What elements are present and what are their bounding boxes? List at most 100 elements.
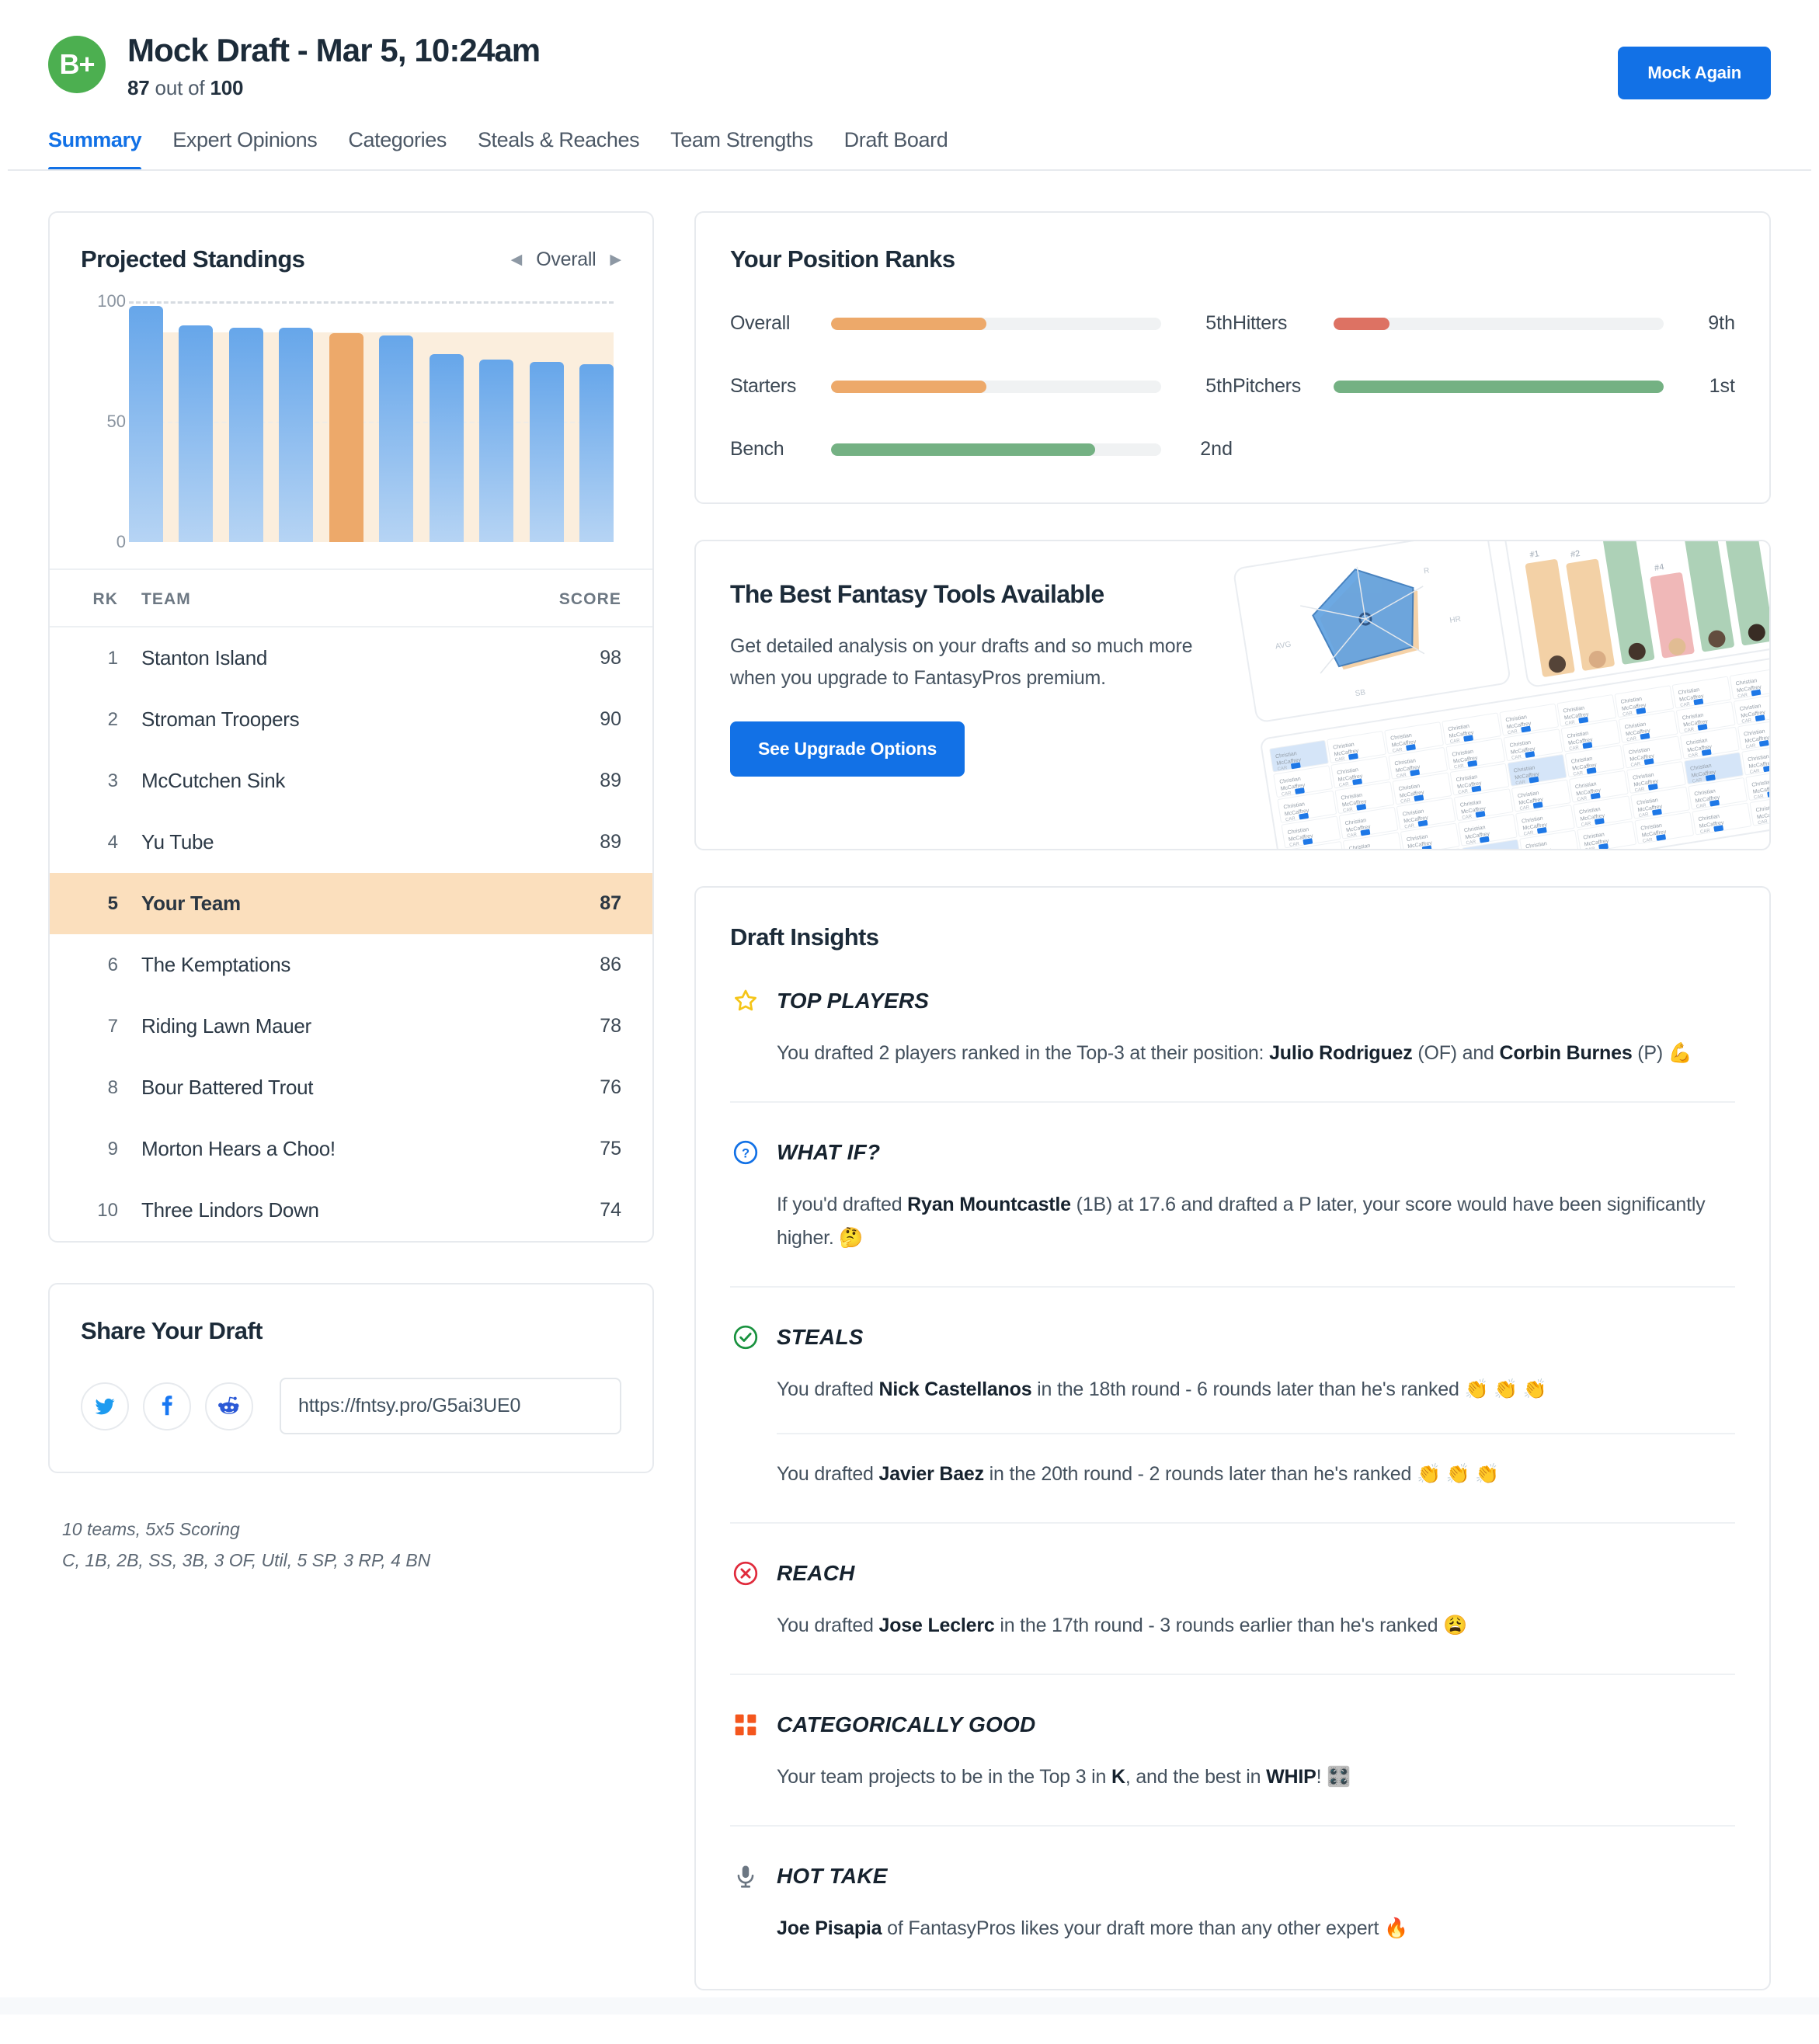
insight-header: ? WHAT IF? bbox=[730, 1137, 1735, 1168]
cell-team: Three Lindors Down bbox=[141, 1198, 319, 1222]
page-bottom-band bbox=[0, 1997, 1819, 2014]
insight-header: HOT TAKE bbox=[730, 1861, 1735, 1892]
tab-draft-board[interactable]: Draft Board bbox=[844, 128, 948, 171]
svg-text:#1: #1 bbox=[1529, 549, 1540, 560]
promo-text: The Best Fantasy Tools Available Get det… bbox=[696, 541, 1193, 777]
position-ranks-right-column: Hitters 9th Pitchers 1st bbox=[1233, 312, 1735, 461]
cell-rank: 3 bbox=[107, 770, 118, 791]
position-rank-fill bbox=[831, 380, 986, 393]
share-url-input[interactable] bbox=[280, 1378, 621, 1435]
standings-bar bbox=[529, 361, 564, 543]
league-settings-line-2: C, 1B, 2B, SS, 3B, 3 OF, Util, 5 SP, 3 R… bbox=[62, 1550, 431, 1571]
column-header-rank: RK bbox=[92, 590, 118, 609]
standings-table: RK TEAM SCORE 1 Stanton Island 98 2 Stroman … bbox=[50, 568, 652, 1241]
grid-squares-icon bbox=[730, 1709, 761, 1740]
chart-plot-area bbox=[129, 301, 614, 543]
page-header: B+ Mock Draft - Mar 5, 10:24am 87 out of… bbox=[8, 6, 1811, 100]
fantasy-tools-preview-image: RHRSBAVG #1#2#3 bbox=[1216, 541, 1769, 850]
tab-categories[interactable]: Categories bbox=[348, 128, 447, 171]
table-row[interactable]: 4 Yu Tube 89 bbox=[50, 812, 652, 873]
insight-block: STEALS You drafted Nick Castellanos in th… bbox=[730, 1286, 1735, 1491]
cell-team: McCutchen Sink bbox=[141, 769, 286, 793]
promo-body: Get detailed analysis on your drafts and… bbox=[730, 635, 1193, 689]
standings-bar bbox=[329, 332, 363, 543]
draft-score-summary: 87 out of 100 bbox=[127, 76, 540, 100]
cell-score: 74 bbox=[600, 1199, 621, 1222]
cell-score: 98 bbox=[600, 647, 621, 669]
table-row[interactable]: 1 Stanton Island 98 bbox=[50, 627, 652, 689]
table-row[interactable]: 9 Morton Hears a Choo! 75 bbox=[50, 1118, 652, 1180]
standings-bar bbox=[129, 306, 163, 543]
insight-header: REACH bbox=[730, 1558, 1735, 1589]
insight-text: You drafted Javier Baez in the 20th roun… bbox=[777, 1463, 1500, 1486]
insight-text: Your team projects to be in the Top 3 in… bbox=[777, 1766, 1351, 1788]
share-controls bbox=[81, 1378, 621, 1435]
insight-line-divider bbox=[777, 1433, 1735, 1435]
position-ranks-left-column: Overall 5th Starters 5th Bench 2nd bbox=[730, 312, 1233, 461]
standings-bar bbox=[279, 328, 314, 543]
cell-rank: 8 bbox=[107, 1076, 118, 1098]
svg-text:#4: #4 bbox=[1654, 562, 1664, 573]
position-rank-fill bbox=[1334, 317, 1390, 330]
tab-steals-reaches[interactable]: Steals & Reaches bbox=[478, 128, 640, 171]
position-rank-row: Pitchers 1st bbox=[1233, 375, 1735, 398]
page-title: Mock Draft - Mar 5, 10:24am bbox=[127, 32, 541, 68]
mock-again-button[interactable]: Mock Again bbox=[1618, 47, 1771, 99]
insight-block: REACH You drafted Jose Leclerc in the 17t… bbox=[730, 1522, 1735, 1642]
tab-summary[interactable]: Summary bbox=[48, 128, 142, 172]
table-row[interactable]: 2 Stroman Troopers 90 bbox=[50, 689, 652, 750]
tab-team-strengths[interactable]: Team Strengths bbox=[670, 128, 813, 171]
cell-team: The Kemptations bbox=[141, 953, 291, 977]
position-rank-track bbox=[1334, 317, 1664, 330]
standings-bar bbox=[429, 354, 464, 543]
insight-block: TOP PLAYERS You drafted 2 players ranked … bbox=[730, 951, 1735, 1070]
position-rank-track bbox=[831, 443, 1161, 456]
table-row[interactable]: 5 Your Team 87 bbox=[50, 873, 652, 935]
page-surface: B+ Mock Draft - Mar 5, 10:24am 87 out of… bbox=[8, 6, 1811, 1997]
draft-insights-card: Draft Insights TOP PLAYERS You drafted 2 … bbox=[694, 886, 1771, 1991]
column-header-score: SCORE bbox=[558, 590, 621, 609]
cell-team: Yu Tube bbox=[141, 830, 214, 854]
insight-name: STEALS bbox=[777, 1325, 864, 1350]
position-rank-row: Starters 5th bbox=[730, 375, 1233, 398]
chevron-right-icon[interactable]: ▶ bbox=[610, 252, 621, 267]
position-rank-value: 5th bbox=[1205, 312, 1233, 335]
facebook-icon[interactable] bbox=[143, 1382, 191, 1430]
chart-y-axis: 0 50 100 bbox=[81, 291, 126, 551]
table-row[interactable]: 3 McCutchen Sink 89 bbox=[50, 750, 652, 812]
premium-promo-card[interactable]: RHRSBAVG #1#2#3 bbox=[694, 540, 1771, 851]
reddit-icon[interactable] bbox=[205, 1382, 253, 1430]
cell-rank: 10 bbox=[97, 1199, 118, 1221]
chart-bars bbox=[129, 301, 614, 543]
y-tick-100: 100 bbox=[97, 291, 126, 311]
projected-standings-card: Projected Standings ◀ Overall ▶ 0 50 100 bbox=[48, 211, 654, 1243]
question-circle-icon: ? bbox=[730, 1137, 761, 1168]
table-row[interactable]: 7 Riding Lawn Mauer 78 bbox=[50, 996, 652, 1057]
column-header-team: TEAM bbox=[141, 590, 191, 609]
tab-expert-opinions[interactable]: Expert Opinions bbox=[172, 128, 318, 171]
cell-team: Morton Hears a Choo! bbox=[141, 1137, 336, 1161]
table-row[interactable]: 6 The Kemptations 86 bbox=[50, 934, 652, 996]
position-rank-value: 5th bbox=[1205, 375, 1233, 398]
table-row[interactable]: 10 Three Lindors Down 74 bbox=[50, 1180, 652, 1241]
position-ranks-title: Your Position Ranks bbox=[730, 245, 955, 273]
position-rank-fill bbox=[831, 317, 986, 330]
cell-score: 90 bbox=[600, 708, 621, 731]
position-rank-label: Hitters bbox=[1233, 312, 1288, 335]
insight-name: WHAT IF? bbox=[777, 1140, 881, 1165]
tab-bar: Summary Expert Opinions Categories Steal… bbox=[8, 100, 1811, 172]
insight-name: TOP PLAYERS bbox=[777, 989, 930, 1013]
table-row[interactable]: 8 Bour Battered Trout 76 bbox=[50, 1057, 652, 1118]
insight-block: CATEGORICALLY GOOD Your team projects to … bbox=[730, 1674, 1735, 1794]
draft-score-value: 87 bbox=[127, 76, 150, 100]
standings-table-body: 1 Stanton Island 98 2 Stroman Troopers 90 3 McC… bbox=[50, 627, 652, 1241]
chevron-left-icon[interactable]: ◀ bbox=[511, 252, 523, 267]
svg-text:?: ? bbox=[742, 1147, 750, 1161]
twitter-icon[interactable] bbox=[81, 1382, 129, 1430]
page-bottom-edge bbox=[0, 2014, 1819, 2044]
see-upgrade-options-button[interactable]: See Upgrade Options bbox=[730, 721, 965, 777]
standings-bar bbox=[479, 359, 514, 543]
star-icon bbox=[730, 985, 761, 1017]
cell-score: 75 bbox=[600, 1138, 621, 1160]
cell-rank: 5 bbox=[107, 892, 118, 914]
